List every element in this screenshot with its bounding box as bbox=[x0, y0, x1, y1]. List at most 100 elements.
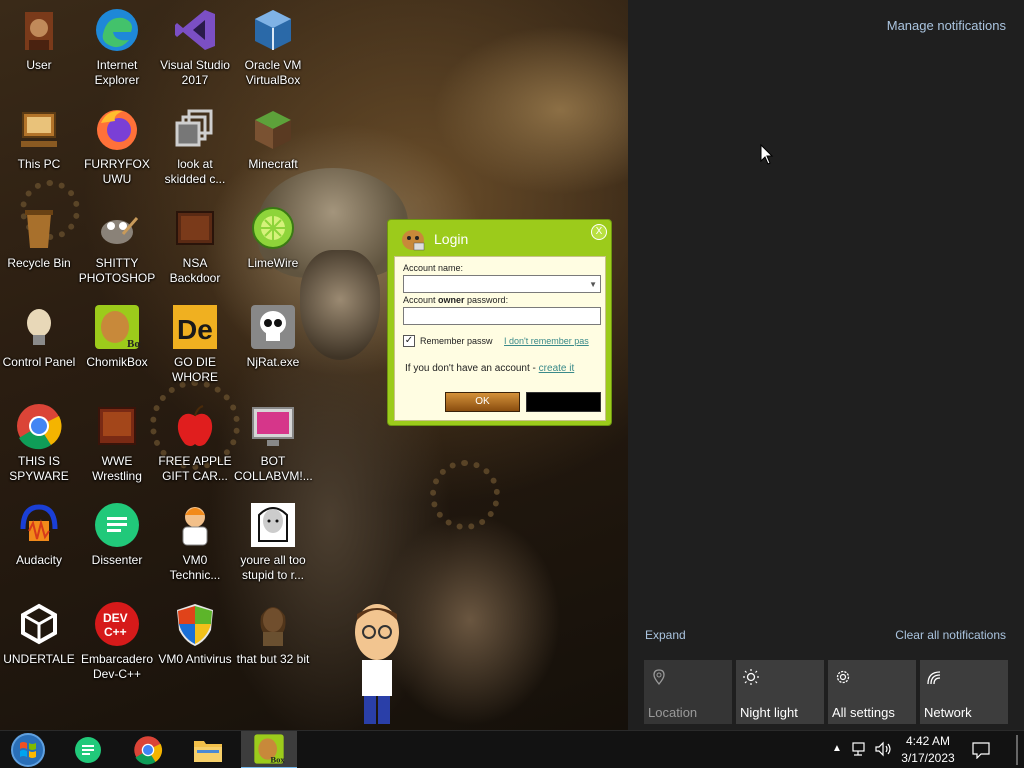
chevron-up-icon[interactable]: ▲ bbox=[832, 743, 842, 754]
desktop-icon-chrome-spyware[interactable]: THIS IS SPYWARE bbox=[0, 402, 78, 484]
remember-label: Remember passw bbox=[420, 336, 493, 346]
quick-action-location[interactable]: Location bbox=[644, 660, 732, 724]
desktop-icon-dissenter[interactable]: Dissenter bbox=[78, 501, 156, 568]
desktop-icon-chomikbox[interactable]: Box ChomikBox bbox=[78, 303, 156, 370]
desktop-icon-label: User bbox=[26, 58, 52, 72]
chevron-down-icon[interactable]: ▼ bbox=[589, 280, 597, 289]
desktop-icon-minecraft[interactable]: Minecraft bbox=[234, 105, 312, 172]
desktop-icon-go-die[interactable]: De GO DIE WHORE bbox=[156, 303, 234, 385]
quick-action-night-light[interactable]: Night light bbox=[736, 660, 824, 724]
action-center-panel: Manage notifications Expand Clear all no… bbox=[628, 0, 1024, 730]
desktop-icon-free-apple[interactable]: FREE APPLE GIFT CAR... bbox=[156, 402, 234, 484]
desktop-icon-that-but-32bit[interactable]: that but 32 bit bbox=[234, 600, 312, 667]
desktop-icon-audacity[interactable]: Audacity bbox=[0, 501, 78, 568]
chrome-taskbar-button[interactable] bbox=[120, 731, 176, 768]
desktop-icon-user[interactable]: User bbox=[0, 6, 78, 73]
close-button[interactable]: X bbox=[591, 224, 607, 240]
desktop-icon-label: Recycle Bin bbox=[7, 256, 71, 270]
portrait-icon bbox=[251, 503, 295, 547]
dissenter-taskbar-button[interactable] bbox=[60, 731, 116, 768]
dissenter-icon bbox=[95, 503, 139, 547]
desktop-icon-this-pc[interactable]: This PC bbox=[0, 105, 78, 172]
expand-link[interactable]: Expand bbox=[645, 628, 686, 642]
quick-action-label: Location bbox=[648, 705, 698, 720]
skull-icon bbox=[251, 305, 295, 349]
desktop-icon-label: FREE APPLE GIFT CAR... bbox=[158, 454, 232, 483]
desktop-icon-nsa-backdoor[interactable]: NSA Backdoor bbox=[156, 204, 234, 286]
desktop-icon-internet-explorer[interactable]: Internet Explorer bbox=[78, 6, 156, 88]
desktop-icon-furryfox[interactable]: FURRYFOX UWU bbox=[78, 105, 156, 187]
desktop-icon-undertale[interactable]: UNDERTALE bbox=[0, 600, 78, 667]
desktop-icon-vm0-technician[interactable]: VM0 Technic... bbox=[156, 501, 234, 583]
password-input[interactable] bbox=[403, 307, 601, 325]
svg-text:C++: C++ bbox=[104, 625, 127, 639]
account-name-input[interactable]: ▼ bbox=[403, 275, 601, 293]
login-title-bar: Login bbox=[400, 226, 468, 252]
account-name-label: Account name: bbox=[403, 263, 464, 273]
desktop-icon-njrat[interactable]: NjRat.exe bbox=[234, 303, 312, 370]
desktop-icon-label: GO DIE WHORE bbox=[172, 355, 218, 384]
desktop-icon-label: BOT COLLABVM!... bbox=[234, 454, 313, 483]
desktop-icon-devcpp[interactable]: DEV C++ Embarcadero Dev-C++ bbox=[78, 600, 156, 682]
login-title: Login bbox=[434, 231, 469, 247]
file-explorer-taskbar-button[interactable] bbox=[180, 731, 236, 768]
show-desktop-button[interactable] bbox=[1016, 735, 1018, 765]
svg-text:DEV: DEV bbox=[103, 611, 128, 625]
quick-action-network[interactable]: Network bbox=[920, 660, 1008, 724]
desktop-icon-stupid[interactable]: youre all too stupid to r... bbox=[234, 501, 312, 583]
desktop-icon-control-panel[interactable]: Control Panel bbox=[0, 303, 78, 370]
chrome-icon bbox=[134, 736, 163, 765]
desktop-icon-label: Control Panel bbox=[2, 355, 76, 369]
recycle-bin-icon bbox=[25, 210, 53, 248]
visual-studio-icon bbox=[175, 10, 215, 50]
virtualbox-icon bbox=[255, 10, 291, 50]
desktop-icon-label: Embarcadero Dev-C++ bbox=[80, 652, 154, 681]
ok-button[interactable]: OK bbox=[445, 392, 520, 412]
night-light-icon bbox=[743, 669, 759, 685]
desktop-icon-limewire[interactable]: LimeWire bbox=[234, 204, 312, 271]
desktop-icon-virtualbox[interactable]: Oracle VM VirtualBox bbox=[234, 6, 312, 88]
desktop-icon-bot-collab[interactable]: BOT COLLABVM!... bbox=[234, 402, 313, 484]
network-icon[interactable] bbox=[851, 741, 869, 757]
desktop-icon-label: Internet Explorer bbox=[94, 58, 140, 87]
wallpaper-face bbox=[300, 250, 380, 360]
technician-icon bbox=[182, 507, 208, 546]
chomikbox-icon: Box bbox=[95, 305, 141, 350]
lady-portrait-icon bbox=[260, 607, 286, 646]
desktop-icon-label: youre all too stupid to r... bbox=[240, 553, 306, 582]
control-panel-icon bbox=[27, 309, 51, 345]
no-account-label: If you don't have an account - bbox=[405, 363, 539, 374]
dissenter-icon bbox=[75, 737, 101, 763]
shield-icon bbox=[177, 604, 213, 646]
desktop-icon-label: NjRat.exe bbox=[246, 355, 300, 369]
desktop-icon-label: Visual Studio 2017 bbox=[160, 58, 230, 87]
quick-action-label: All settings bbox=[832, 705, 895, 720]
forgot-password-link[interactable]: I don't remember pas bbox=[504, 336, 589, 346]
computer-icon bbox=[21, 112, 57, 147]
desktop-icon-skidded[interactable]: look at skidded c... bbox=[156, 105, 234, 187]
remember-checkbox[interactable]: ✓ bbox=[403, 335, 415, 347]
desktop-icon-visual-studio[interactable]: Visual Studio 2017 bbox=[156, 6, 234, 88]
quick-action-label: Network bbox=[924, 705, 972, 720]
apple-icon bbox=[177, 405, 213, 446]
desktop-icon-label: VM0 Antivirus bbox=[158, 652, 232, 666]
quick-action-all-settings[interactable]: All settings bbox=[828, 660, 916, 724]
desktop-icon-label: VM0 Technic... bbox=[169, 553, 221, 582]
chomikbox-taskbar-button[interactable]: Box bbox=[241, 731, 297, 768]
svg-text:De: De bbox=[177, 314, 213, 345]
action-center-icon[interactable] bbox=[971, 741, 991, 759]
user-folder-icon bbox=[25, 12, 53, 50]
manage-notifications-link[interactable]: Manage notifications bbox=[887, 18, 1006, 33]
clear-all-notifications-link[interactable]: Clear all notifications bbox=[895, 628, 1006, 642]
desktop-icon-shitty-photoshop[interactable]: SHITTY PHOTOSHOP bbox=[78, 204, 156, 286]
desktop-icon-label: Minecraft bbox=[248, 157, 298, 171]
desktop-icon-recycle-bin[interactable]: Recycle Bin bbox=[0, 204, 78, 271]
desktop-icon-label: Oracle VM VirtualBox bbox=[244, 58, 302, 87]
volume-icon[interactable] bbox=[874, 741, 894, 757]
create-account-link[interactable]: create it bbox=[539, 363, 575, 374]
desktop-icon-wwe[interactable]: WWE Wrestling bbox=[78, 402, 156, 484]
system-clock[interactable]: 4:42 AM 3/17/2023 bbox=[895, 733, 961, 767]
desktop-icon-vm0-antivirus[interactable]: VM0 Antivirus bbox=[156, 600, 234, 667]
cancel-button[interactable] bbox=[526, 392, 601, 412]
start-button[interactable] bbox=[0, 731, 56, 768]
